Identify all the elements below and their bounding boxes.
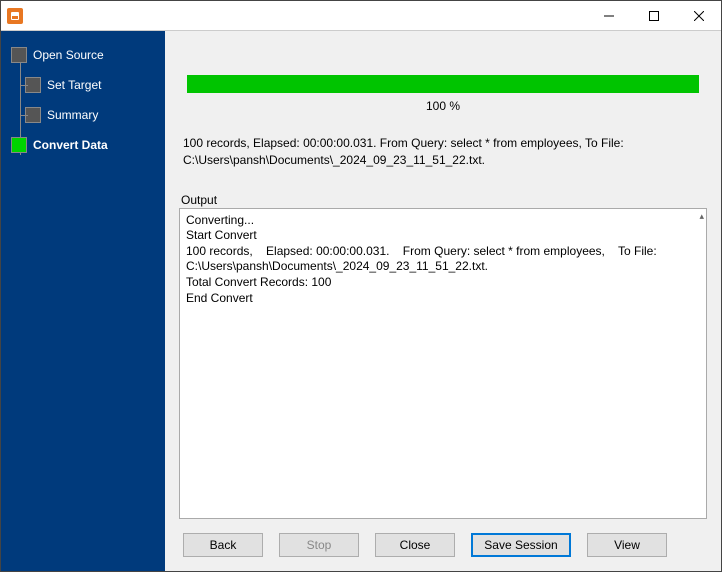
step-box-icon [11,47,27,63]
step-convert-data[interactable]: Convert Data [11,137,165,153]
step-box-icon [25,77,41,93]
minimize-button[interactable] [586,1,631,30]
maximize-button[interactable] [631,1,676,30]
step-open-source[interactable]: Open Source [11,47,165,63]
progress-section: 100 % [179,41,707,117]
step-label: Set Target [47,78,101,92]
step-box-icon [25,107,41,123]
titlebar-left [1,8,23,24]
output-textarea[interactable]: Converting... Start Convert 100 records,… [180,209,706,518]
step-set-target[interactable]: Set Target [25,77,165,93]
title-bar [1,1,721,31]
status-text: 100 records, Elapsed: 00:00:00.031. From… [179,117,707,175]
button-row: Back Stop Close Save Session View [179,519,707,557]
app-icon [7,8,23,24]
close-wizard-button[interactable]: Close [375,533,455,557]
step-box-icon-active [11,137,27,153]
step-label: Summary [47,108,98,122]
step-label: Open Source [33,48,104,62]
progress-bar-container [179,41,707,99]
content-area: Open Source Set Target Summary Convert D… [1,31,721,571]
wizard-sidebar: Open Source Set Target Summary Convert D… [1,31,165,571]
view-button[interactable]: View [587,533,667,557]
back-button[interactable]: Back [183,533,263,557]
close-button[interactable] [676,1,721,30]
step-summary[interactable]: Summary [25,107,165,123]
stop-button: Stop [279,533,359,557]
scroll-up-icon[interactable]: ▴ [699,211,704,222]
output-label: Output [179,193,707,207]
step-label: Convert Data [33,138,108,152]
save-session-button[interactable]: Save Session [471,533,571,557]
output-box: Converting... Start Convert 100 records,… [179,208,707,519]
window-controls [586,1,721,30]
progress-bar [187,75,699,93]
main-panel: 100 % 100 records, Elapsed: 00:00:00.031… [165,31,721,571]
progress-percent: 100 % [179,99,707,117]
